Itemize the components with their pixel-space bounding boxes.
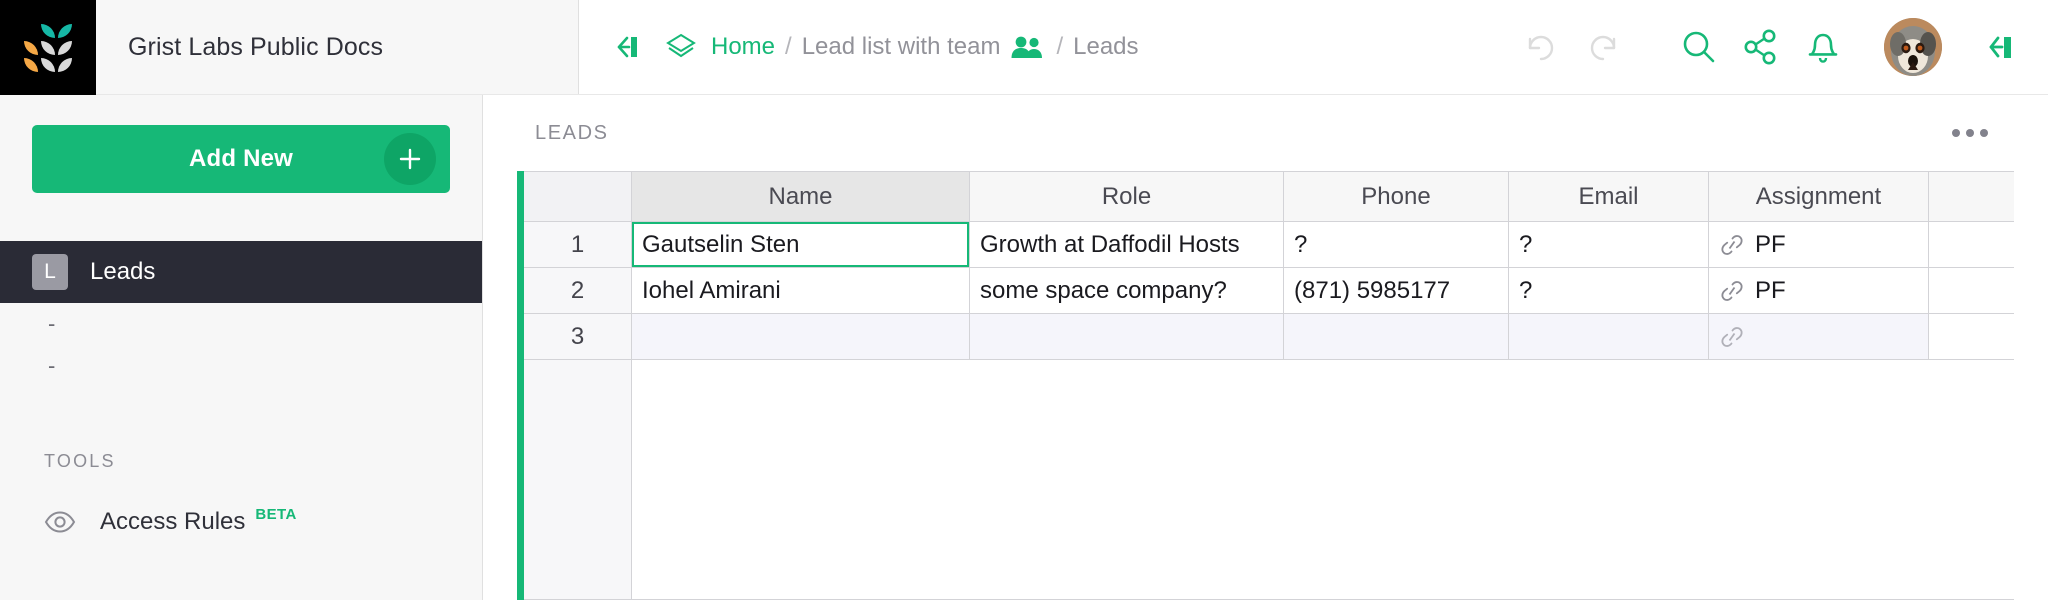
link-icon xyxy=(1719,280,1745,302)
breadcrumb-separator-2: / xyxy=(1056,33,1063,61)
table-row[interactable]: 2 Iohel Amirani some space company? (871… xyxy=(524,268,2014,314)
row-number[interactable]: 2 xyxy=(524,268,632,314)
sidebar-item-leads[interactable]: L Leads xyxy=(0,241,482,303)
page-title: Grist Labs Public Docs xyxy=(128,33,383,62)
undo-icon[interactable] xyxy=(1510,16,1572,78)
cell-filler xyxy=(1929,314,2014,360)
table-row[interactable]: 1 Gautselin Sten Growth at Daffodil Host… xyxy=(524,222,2014,268)
cell-role[interactable]: Growth at Daffodil Hosts xyxy=(970,222,1284,268)
cell-filler xyxy=(1929,222,2014,268)
sidebar-item-label: - xyxy=(48,353,55,379)
column-header-role[interactable]: Role xyxy=(970,172,1284,222)
sidebar-item-access-rules[interactable]: Access Rules BETA xyxy=(0,508,482,536)
tools-header: TOOLS xyxy=(0,451,482,472)
breadcrumb-page[interactable]: Leads xyxy=(1073,33,1138,61)
top-bar-right: Home / Lead list with team / Leads xyxy=(579,0,2048,94)
cell-email[interactable]: ? xyxy=(1509,222,1709,268)
breadcrumb-home[interactable]: Home xyxy=(711,33,775,61)
status-badge: BETA xyxy=(255,506,296,523)
column-header-phone[interactable]: Phone xyxy=(1284,172,1509,222)
row-number[interactable]: 1 xyxy=(524,222,632,268)
grid-empty-area xyxy=(524,360,2014,600)
sidebar: Add New L Leads - - xyxy=(0,95,483,600)
cell-assignment[interactable]: PF xyxy=(1709,268,1929,314)
data-grid: Name Role Phone Email Assignment 1 Gauts… xyxy=(517,171,2014,600)
cell-name[interactable] xyxy=(632,314,970,360)
add-new-button[interactable]: Add New xyxy=(32,125,450,193)
sidebar-item-placeholder-2[interactable]: - xyxy=(0,345,482,387)
page-badge: L xyxy=(32,254,68,290)
row-number-header xyxy=(524,172,632,222)
main-content: LEADS Name Role Phone Email Assignment xyxy=(483,95,2048,600)
people-icon[interactable] xyxy=(1010,34,1044,60)
collapse-left-icon[interactable] xyxy=(603,25,647,69)
document-title-area[interactable]: Grist Labs Public Docs xyxy=(96,0,579,94)
app-body: Add New L Leads - - xyxy=(0,95,2048,600)
cell-phone[interactable] xyxy=(1284,314,1509,360)
avatar[interactable] xyxy=(1884,18,1942,76)
grist-app-window: Grist Labs Public Docs Home / xyxy=(0,0,2048,600)
page-list: L Leads - - xyxy=(0,241,482,387)
section-title: LEADS xyxy=(535,122,609,145)
sidebar-item-label: Access Rules xyxy=(100,508,245,536)
active-section-stripe xyxy=(517,171,524,600)
column-header-name[interactable]: Name xyxy=(632,172,970,222)
layers-icon[interactable] xyxy=(665,32,697,62)
sidebar-item-placeholder-1[interactable]: - xyxy=(0,303,482,345)
cell-assignment[interactable] xyxy=(1709,314,1929,360)
table-header-row: Name Role Phone Email Assignment xyxy=(524,172,2014,222)
cell-name[interactable]: Gautselin Sten xyxy=(632,222,970,268)
more-options-icon[interactable] xyxy=(1942,119,1998,147)
section-header: LEADS xyxy=(517,95,2014,171)
cell-role[interactable] xyxy=(970,314,1284,360)
search-icon[interactable] xyxy=(1668,16,1730,78)
toolbar-actions xyxy=(1510,16,2030,78)
breadcrumb-separator-1: / xyxy=(785,33,792,61)
redo-icon[interactable] xyxy=(1572,16,1634,78)
column-header-filler xyxy=(1929,172,2014,222)
link-icon xyxy=(1719,234,1745,256)
breadcrumb: Home / Lead list with team / Leads xyxy=(665,32,1139,62)
sidebar-item-label: Leads xyxy=(90,258,155,286)
sidebar-item-label: - xyxy=(48,311,55,337)
grid-empty-body xyxy=(632,360,2014,600)
collapse-right-icon[interactable] xyxy=(1968,16,2030,78)
column-header-assignment[interactable]: Assignment xyxy=(1709,172,1929,222)
cell-phone[interactable]: ? xyxy=(1284,222,1509,268)
cell-phone[interactable]: (871) 5985177 xyxy=(1284,268,1509,314)
top-bar: Grist Labs Public Docs Home / xyxy=(0,0,2048,95)
cell-role[interactable]: some space company? xyxy=(970,268,1284,314)
add-new-label: Add New xyxy=(189,145,293,173)
column-header-email[interactable]: Email xyxy=(1509,172,1709,222)
grid-empty-rownum xyxy=(524,360,632,600)
breadcrumb-workspace[interactable]: Lead list with team xyxy=(802,33,1001,61)
link-icon xyxy=(1719,326,1745,348)
cell-email[interactable]: ? xyxy=(1509,268,1709,314)
row-number[interactable]: 3 xyxy=(524,314,632,360)
table-row[interactable]: 3 xyxy=(524,314,2014,360)
bell-icon[interactable] xyxy=(1792,16,1854,78)
share-icon[interactable] xyxy=(1730,16,1792,78)
grist-logo-icon[interactable] xyxy=(0,0,96,95)
eye-icon xyxy=(44,510,76,534)
cell-filler xyxy=(1929,268,2014,314)
cell-assignment-value: PF xyxy=(1755,231,1786,259)
plus-icon xyxy=(384,133,436,185)
cell-name[interactable]: Iohel Amirani xyxy=(632,268,970,314)
cell-assignment-value: PF xyxy=(1755,277,1786,305)
cell-email[interactable] xyxy=(1509,314,1709,360)
cell-assignment[interactable]: PF xyxy=(1709,222,1929,268)
